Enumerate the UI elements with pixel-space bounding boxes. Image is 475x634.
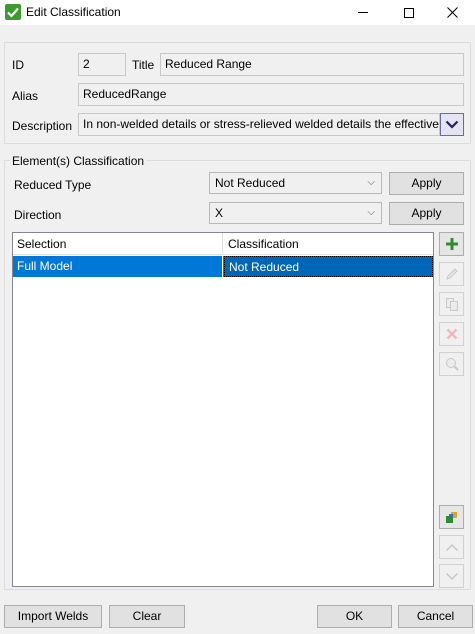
import-welds-button[interactable]: Import Welds [4,605,102,628]
column-header-classification[interactable]: Classification [224,233,433,255]
close-icon [446,7,458,18]
description-dropdown-button[interactable] [440,113,464,136]
chevron-down-icon [445,572,458,580]
cell-classification[interactable]: Not Reduced [224,256,433,277]
checkmark-app-icon [5,4,21,20]
copy-icon [445,298,458,311]
classification-table[interactable]: Selection Classification Full Model Not … [12,232,434,587]
add-button[interactable] [439,232,464,256]
description-field[interactable]: In non-welded details or stress-relieved… [78,113,440,136]
zoom-button[interactable] [439,352,464,376]
title-field[interactable]: Reduced Range [160,53,464,76]
edit-button[interactable] [439,262,464,286]
paint-icon [445,512,457,523]
description-label: Description [12,119,73,133]
minimize-icon [358,12,368,13]
add-icon [445,238,458,250]
apply-reduced-type-button[interactable]: Apply [389,172,464,195]
cell-selection: Full Model [13,256,223,277]
id-label: ID [12,58,24,72]
delete-icon [446,328,457,340]
alias-field[interactable]: ReducedRange [78,83,464,106]
title-bar: Edit Classification [0,0,475,25]
delete-button[interactable] [439,322,464,346]
close-button[interactable] [429,0,475,25]
title-label: Title [132,58,155,72]
direction-value: X [215,206,224,220]
copy-button[interactable] [439,292,464,316]
column-header-selection[interactable]: Selection [13,233,223,255]
reduced-type-label: Reduced Type [14,178,92,192]
direction-label: Direction [14,208,62,222]
paint-button[interactable] [439,505,464,529]
maximize-button[interactable] [386,0,432,25]
apply-direction-button[interactable]: Apply [389,202,464,225]
table-header: Selection Classification [13,233,433,255]
cancel-button[interactable]: Cancel [398,605,473,628]
chevron-down-icon [445,120,459,129]
minimize-button[interactable] [340,0,386,25]
id-field: 2 [78,53,126,76]
direction-select[interactable]: X ⌵ [209,202,382,224]
reduced-type-value: Not Reduced [215,176,286,190]
clear-button[interactable]: Clear [109,605,185,628]
alias-label: Alias [12,89,39,103]
chevron-up-icon [445,543,458,551]
zoom-icon [445,358,459,371]
window-title: Edit Classification [26,5,121,19]
edit-icon [445,268,458,280]
classification-group-title: Element(s) Classification [10,154,147,168]
chevron-down-icon: ⌵ [367,207,375,218]
maximize-icon [404,7,414,18]
reduced-type-select[interactable]: Not Reduced ⌵ [209,172,382,194]
chevron-down-icon: ⌵ [367,177,375,188]
ok-button[interactable]: OK [317,605,392,628]
table-row[interactable]: Full Model Not Reduced [13,256,433,277]
move-down-button[interactable] [439,564,464,588]
move-up-button[interactable] [439,535,464,559]
